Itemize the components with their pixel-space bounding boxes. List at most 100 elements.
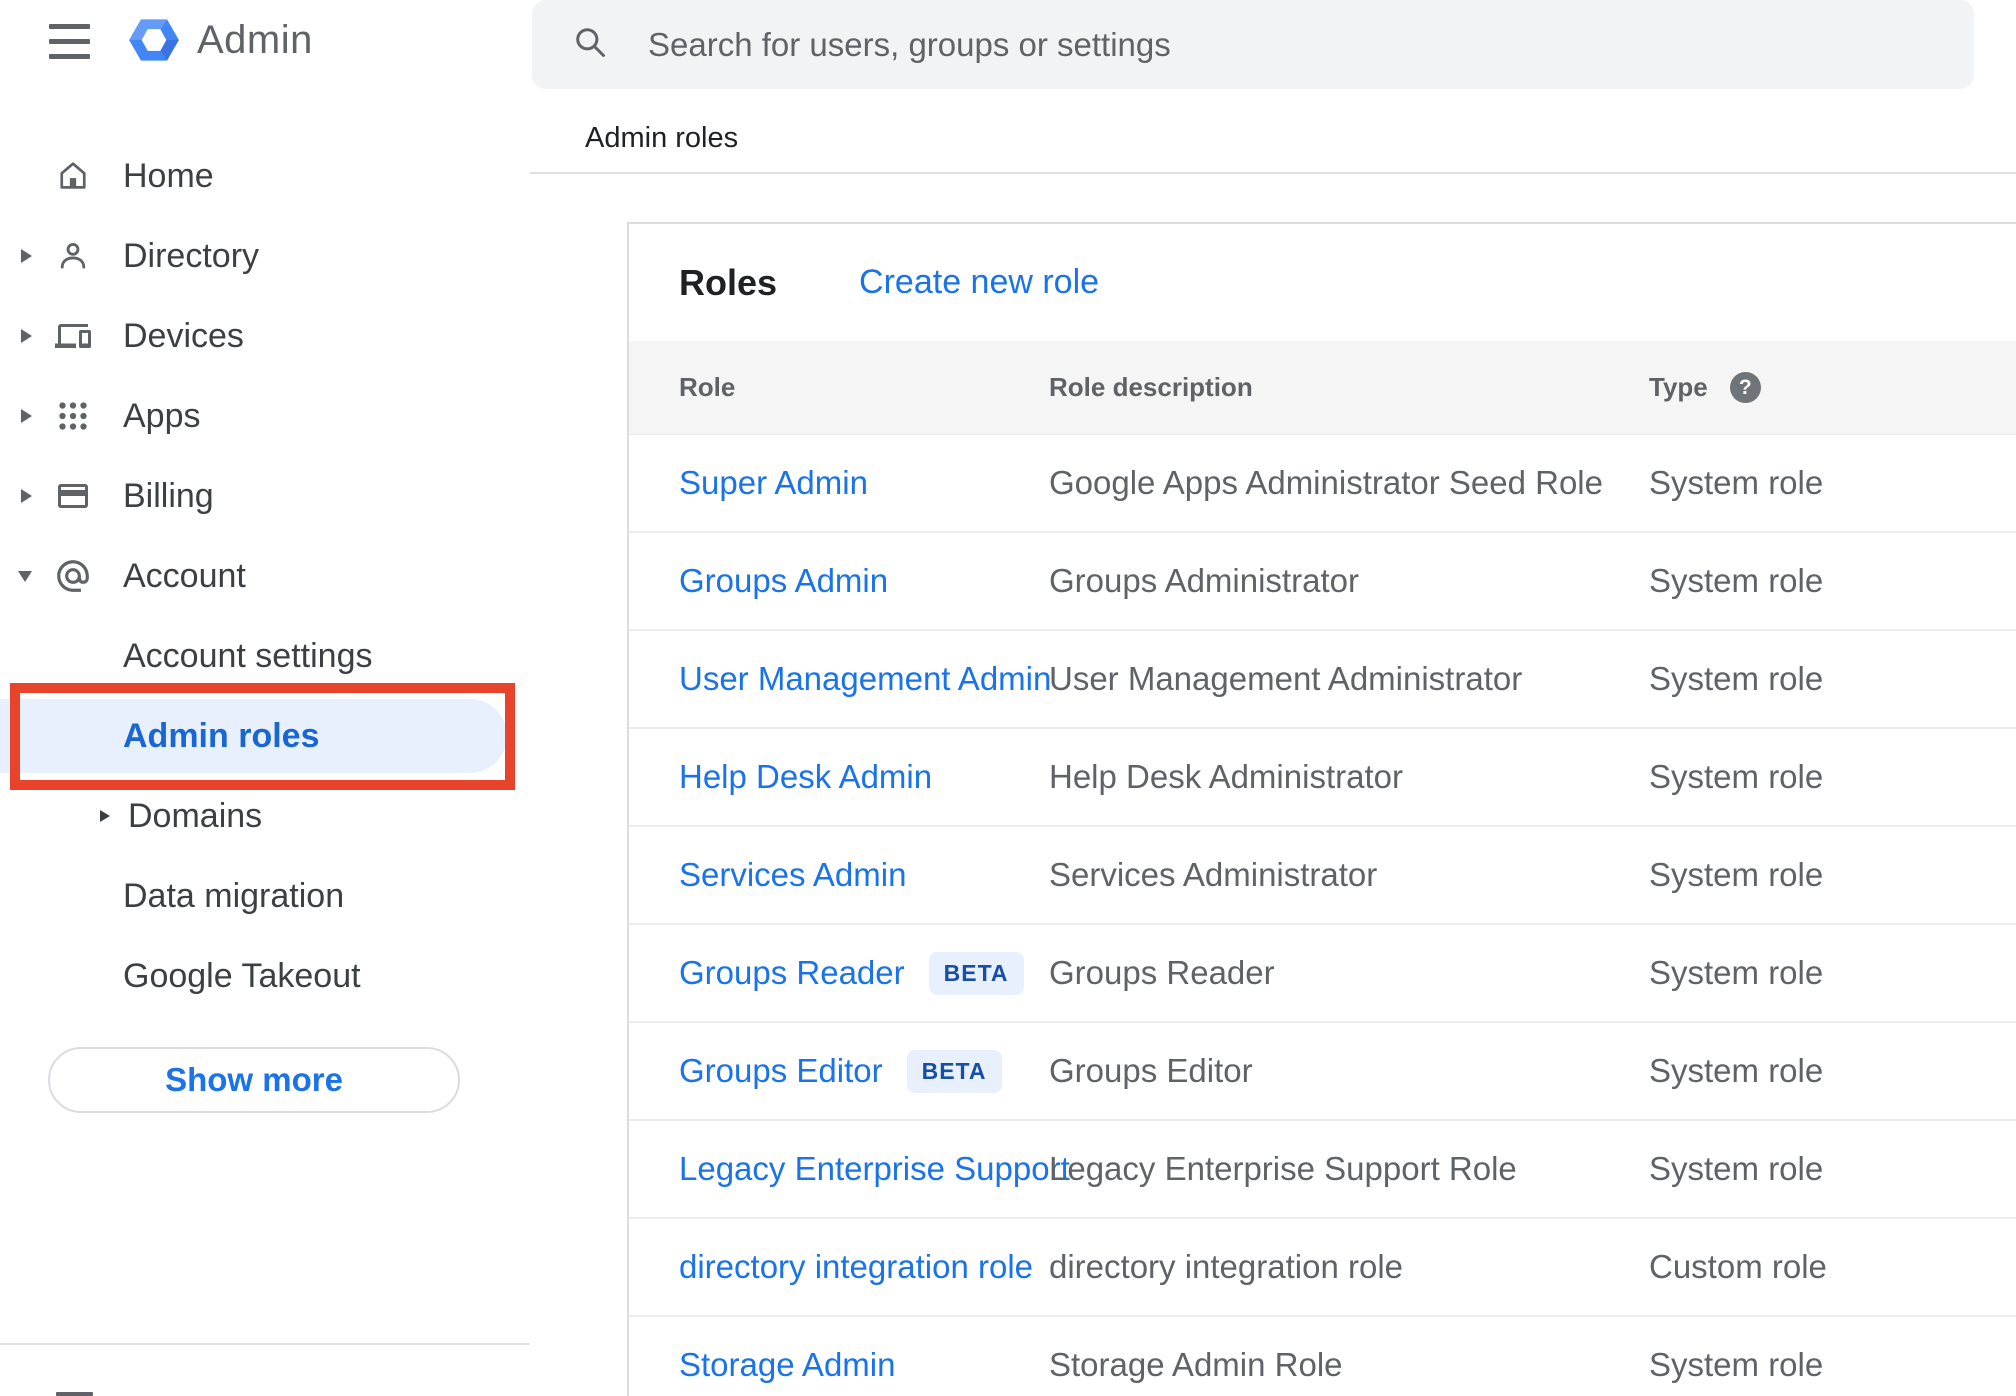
help-icon[interactable]: ? — [1729, 372, 1761, 403]
breadcrumb: Admin roles — [585, 122, 739, 154]
hamburger-menu-icon[interactable] — [49, 24, 90, 60]
search-input[interactable] — [648, 0, 1948, 89]
column-header-role: Role — [679, 372, 736, 402]
home-icon — [53, 156, 93, 196]
roles-card-header: Roles Create new role — [629, 224, 2016, 341]
sidebar-bottom-divider — [0, 1343, 530, 1345]
role-description: Storage Admin Role — [1049, 1346, 1343, 1383]
sidebar-nav: Home Directory Devices Apps Billing Acco… — [0, 136, 530, 1016]
table-row: User Management Admin User Management Ad… — [629, 631, 2016, 729]
table-header-row: Role Role description Type ? — [629, 341, 2016, 435]
sidebar-item-google-takeout[interactable]: Google Takeout — [0, 936, 530, 1016]
header-divider — [530, 172, 2016, 174]
sidebar: Admin Home Directory Devices Apps Billin… — [0, 0, 530, 1396]
sidebar-item-label: Google Takeout — [123, 956, 361, 995]
sidebar-item-account-settings[interactable]: Account settings — [0, 616, 530, 696]
role-type: Custom role — [1649, 1248, 1827, 1285]
sidebar-item-apps[interactable]: Apps — [0, 376, 530, 456]
role-description: Services Administrator — [1049, 856, 1378, 893]
table-row: Groups Reader BETA Groups Reader System … — [629, 925, 2016, 1023]
table-row: Help Desk Admin Help Desk Administrator … — [629, 729, 2016, 827]
role-type: System role — [1649, 1150, 1824, 1187]
expand-arrow-icon[interactable] — [21, 489, 32, 503]
role-type: System role — [1649, 660, 1824, 697]
admin-console-page: Admin Home Directory Devices Apps Billin… — [0, 0, 2016, 1396]
role-link[interactable]: Storage Admin — [679, 1346, 895, 1384]
role-type: System role — [1649, 954, 1824, 991]
expand-arrow-icon[interactable] — [21, 249, 32, 263]
sidebar-item-home[interactable]: Home — [0, 136, 530, 216]
expand-arrow-icon[interactable] — [100, 810, 110, 822]
admin-logo: Admin — [128, 14, 313, 66]
role-link[interactable]: Groups Reader — [679, 954, 905, 992]
role-description: Help Desk Administrator — [1049, 758, 1403, 795]
role-description: Google Apps Administrator Seed Role — [1049, 464, 1603, 501]
role-description: User Management Administrator — [1049, 660, 1523, 697]
column-header-type-label: Type — [1649, 372, 1708, 402]
role-link[interactable]: Super Admin — [679, 464, 868, 502]
partial-bottom-icon — [56, 1392, 93, 1396]
role-link[interactable]: Services Admin — [679, 856, 906, 894]
role-type: System role — [1649, 464, 1824, 501]
sidebar-item-label: Account settings — [123, 636, 373, 675]
column-header-type: Type ? — [1649, 372, 2016, 403]
expand-arrow-icon[interactable] — [21, 409, 32, 423]
sidebar-item-label: Devices — [123, 316, 244, 355]
sidebar-item-account[interactable]: Account — [0, 536, 530, 616]
column-header-description: Role description — [1049, 372, 1253, 402]
sidebar-item-label: Home — [123, 156, 214, 195]
sidebar-item-billing[interactable]: Billing — [0, 456, 530, 536]
sidebar-item-directory[interactable]: Directory — [0, 216, 530, 296]
sidebar-item-domains[interactable]: Domains — [0, 776, 530, 856]
search-bar[interactable] — [532, 0, 1974, 89]
role-link[interactable]: Groups Admin — [679, 562, 888, 600]
role-type: System role — [1649, 1052, 1824, 1089]
sidebar-item-label: Admin roles — [123, 716, 320, 755]
sidebar-item-label: Data migration — [123, 876, 345, 915]
sidebar-item-label: Directory — [123, 236, 260, 275]
apps-grid-icon — [53, 396, 93, 436]
role-type: System role — [1649, 856, 1824, 893]
beta-badge: BETA — [928, 951, 1024, 995]
role-link[interactable]: Help Desk Admin — [679, 758, 932, 796]
role-type: System role — [1649, 758, 1824, 795]
table-row: Storage Admin Storage Admin Role System … — [629, 1317, 2016, 1396]
sidebar-item-label: Domains — [128, 796, 263, 835]
role-type: System role — [1649, 562, 1824, 599]
search-icon — [576, 28, 605, 57]
at-email-icon — [53, 556, 93, 596]
admin-hexagon-icon — [129, 19, 179, 61]
table-row: Groups Admin Groups Administrator System… — [629, 533, 2016, 631]
role-description: Groups Editor — [1049, 1052, 1253, 1089]
devices-icon — [53, 316, 93, 356]
role-type: System role — [1649, 1346, 1824, 1383]
credit-card-icon — [53, 476, 93, 516]
collapse-arrow-icon[interactable] — [18, 571, 32, 582]
sidebar-item-label: Account — [123, 556, 246, 595]
role-description: Groups Reader — [1049, 954, 1275, 991]
sidebar-item-admin-roles[interactable]: Admin roles — [0, 696, 530, 776]
sidebar-item-label: Billing — [123, 476, 214, 515]
role-link[interactable]: User Management Admin — [679, 660, 1051, 698]
expand-arrow-icon[interactable] — [21, 329, 32, 343]
table-row: Super Admin Google Apps Administrator Se… — [629, 435, 2016, 533]
table-row: Groups Editor BETA Groups Editor System … — [629, 1023, 2016, 1121]
roles-title: Roles — [679, 261, 778, 303]
table-row: Services Admin Services Administrator Sy… — [629, 827, 2016, 925]
role-link[interactable]: Groups Editor — [679, 1052, 883, 1090]
create-new-role-link[interactable]: Create new role — [859, 263, 1099, 302]
roles-card: Roles Create new role Role Role descript… — [627, 222, 2016, 1396]
sidebar-item-devices[interactable]: Devices — [0, 296, 530, 376]
table-row: Legacy Enterprise Support Legacy Enterpr… — [629, 1121, 2016, 1219]
role-description: Groups Administrator — [1049, 562, 1359, 599]
sidebar-item-label: Apps — [123, 396, 201, 435]
role-description: directory integration role — [1049, 1248, 1404, 1285]
person-icon — [53, 236, 93, 276]
admin-logo-text: Admin — [197, 17, 313, 62]
beta-badge: BETA — [906, 1049, 1002, 1093]
role-description: Legacy Enterprise Support Role — [1049, 1150, 1517, 1187]
role-link[interactable]: Legacy Enterprise Support — [679, 1150, 1070, 1188]
show-more-button[interactable]: Show more — [48, 1047, 460, 1113]
sidebar-item-data-migration[interactable]: Data migration — [0, 856, 530, 936]
role-link[interactable]: directory integration role — [679, 1248, 1033, 1286]
